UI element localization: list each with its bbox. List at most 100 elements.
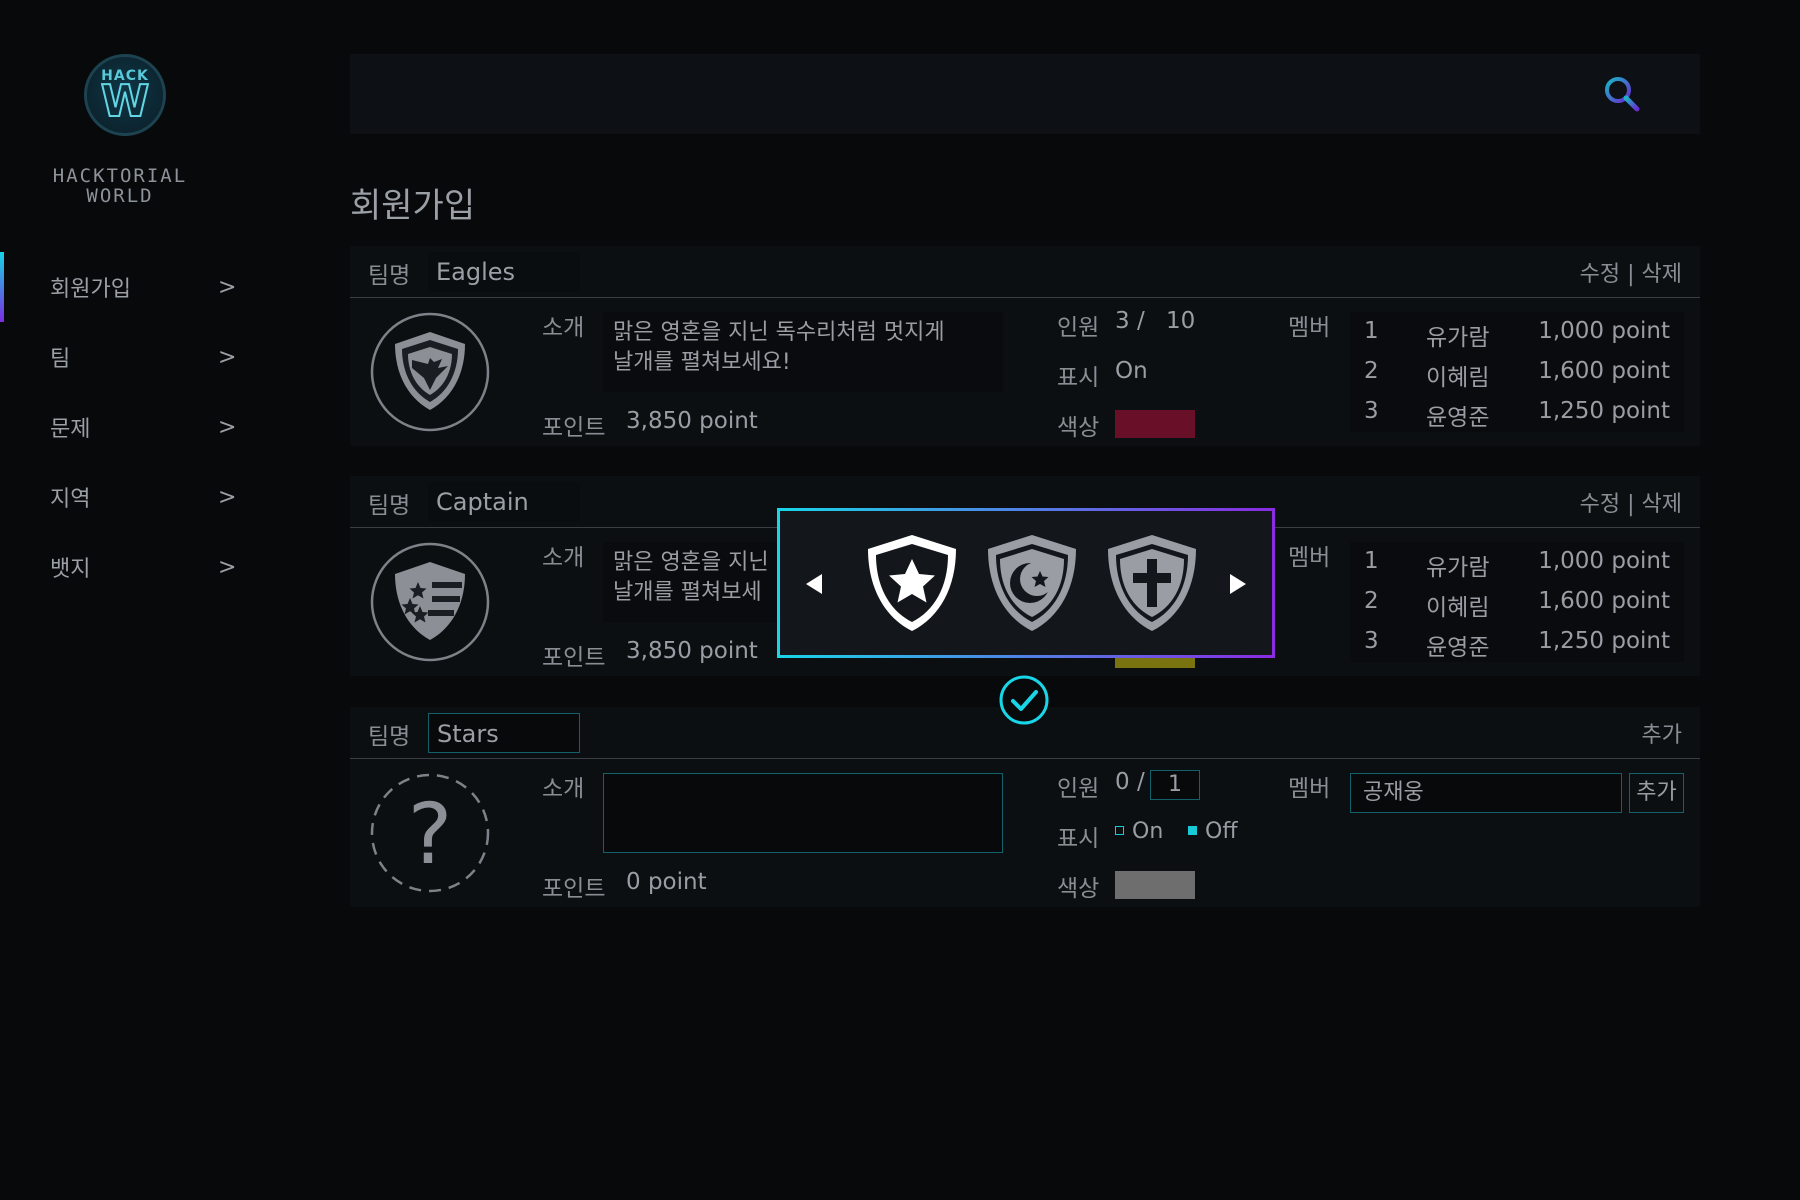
intro-label: 소개 [542,545,585,571]
team-body: ? 소개 포인트 0 point 인원 0 / 1 표시 On Off 색상 멤… [350,759,1700,907]
intro-label: 소개 [542,315,585,341]
team-name-input[interactable]: Stars [428,713,580,753]
brand-name: HACKTORIAL WORLD [52,165,188,207]
member-no: 1 [1364,318,1379,344]
chevron-right-icon: > [218,274,237,300]
member-points: 1,600 point [1538,358,1670,384]
nav-item-badge[interactable]: 뱃지 > [0,532,300,602]
headcount-current: 0 / [1115,769,1145,795]
add-member-button[interactable]: 추가 [1629,773,1684,813]
color-label: 색상 [1057,415,1100,441]
team-name-value: Eagles [428,252,580,292]
members-label: 멤버 [1288,315,1331,341]
emblem-picker-body [780,511,1272,655]
nav-item-team[interactable]: 팀 > [0,322,300,392]
member-points: 1,000 point [1538,548,1670,574]
color-label: 색상 [1057,876,1100,902]
member-no: 2 [1364,358,1379,384]
arrow-left-icon[interactable] [800,569,830,599]
display-off-label: Off [1205,819,1238,844]
edit-delete-link[interactable]: 수정 | 삭제 [1580,486,1682,518]
points-label: 포인트 [542,645,606,671]
team-points: 3,850 point [626,638,758,664]
star-shield-icon[interactable] [860,531,964,635]
member-points: 1,250 point [1538,398,1670,424]
search-bar[interactable] [350,54,1700,134]
points-label: 포인트 [542,415,606,441]
chevron-right-icon: > [218,554,237,580]
team-name-label: 팀명 [368,263,411,289]
member-name: 유가람 [1426,325,1490,351]
search-icon[interactable] [1602,74,1642,114]
team-header: 팀명 Eagles 수정 | 삭제 [350,246,1700,298]
member-no: 3 [1364,628,1379,654]
eagle-shield-icon [370,312,490,432]
members-list: 1 유가람 1,000 point 2 이혜림 1,600 point 3 윤영… [1350,542,1684,662]
members-label: 멤버 [1288,545,1331,571]
display-value: On [1115,358,1148,384]
page-title: 회원가입 [350,186,476,226]
stars-stripes-shield-icon [370,542,490,662]
points-label: 포인트 [542,876,606,902]
headcount-max-input[interactable]: 1 [1150,770,1200,800]
nav-item-label: 팀 [50,347,71,372]
team-card-stars: 팀명 Stars 추가 ? 소개 포인트 0 point 인원 0 / 1 표시… [350,707,1700,907]
team-color-picker[interactable] [1115,871,1195,899]
logo-letter: W [100,76,151,128]
nav-item-problem[interactable]: 문제 > [0,392,300,462]
member-points: 1,600 point [1538,588,1670,614]
member-no: 3 [1364,398,1379,424]
sidebar: HACK W HACKTORIAL WORLD 회원가입 > 팀 > 문제 > … [0,0,300,1200]
member-name: 유가람 [1426,555,1490,581]
logo-badge[interactable]: HACK W [84,54,166,136]
team-card-eagles: 팀명 Eagles 수정 | 삭제 소개 맑은 영혼을 지닌 독수리처럼 멋지게… [350,246,1700,446]
chevron-right-icon: > [218,344,237,370]
member-name: 윤영준 [1426,405,1490,431]
team-points: 0 point [626,869,707,895]
nav-item-label: 회원가입 [50,277,131,302]
arrow-right-icon[interactable] [1222,569,1252,599]
nav-item-label: 문제 [50,417,91,442]
team-name-value: Captain [428,482,580,522]
intro-text: 맑은 영혼을 지닌 독수리처럼 멋지게 날개를 펼쳐보세요! [603,312,1003,392]
headcount-label: 인원 [1057,776,1100,802]
confirm-check-icon[interactable] [998,674,1050,726]
crescent-star-shield-icon[interactable] [980,531,1084,635]
nav-menu: 회원가입 > 팀 > 문제 > 지역 > 뱃지 > [0,252,300,602]
member-name-input[interactable]: 공재웅 [1350,773,1622,813]
member-points: 1,000 point [1538,318,1670,344]
nav-item-label: 뱃지 [50,557,91,582]
team-name-label: 팀명 [368,493,411,519]
edit-delete-link[interactable]: 수정 | 삭제 [1580,256,1682,288]
members-label: 멤버 [1288,776,1331,802]
headcount-current: 3 / [1115,308,1145,334]
team-points: 3,850 point [626,408,758,434]
team-body: 소개 맑은 영혼을 지닌 독수리처럼 멋지게 날개를 펼쳐보세요! 포인트 3,… [350,298,1700,446]
intro-input[interactable] [603,773,1003,853]
member-no: 2 [1364,588,1379,614]
cross-shield-icon[interactable] [1100,531,1204,635]
member-name: 윤영준 [1426,635,1490,661]
nav-item-signup[interactable]: 회원가입 > [0,252,300,322]
member-name: 이혜림 [1426,365,1490,391]
add-team-button[interactable]: 추가 [1642,717,1682,749]
emblem-picker-popup [777,508,1275,658]
chevron-right-icon: > [218,484,237,510]
member-no: 1 [1364,548,1379,574]
headcount-label: 인원 [1057,315,1100,341]
nav-item-region[interactable]: 지역 > [0,462,300,532]
members-list: 1 유가람 1,000 point 2 이혜림 1,600 point 3 윤영… [1350,312,1684,432]
question-mark-icon[interactable]: ? [370,773,490,893]
team-color-swatch [1115,410,1195,438]
member-row: 3 윤영준 1,250 point [1350,392,1684,432]
member-row: 1 유가람 1,000 point [1350,542,1684,582]
member-name: 이혜림 [1426,595,1490,621]
display-label: 표시 [1057,826,1100,852]
member-row: 2 이혜림 1,600 point [1350,582,1684,622]
intro-label: 소개 [542,776,585,802]
member-row: 3 윤영준 1,250 point [1350,622,1684,662]
display-on-radio[interactable]: On [1115,819,1163,844]
nav-item-label: 지역 [50,487,91,512]
display-off-radio[interactable]: Off [1188,819,1237,844]
display-label: 표시 [1057,365,1100,391]
